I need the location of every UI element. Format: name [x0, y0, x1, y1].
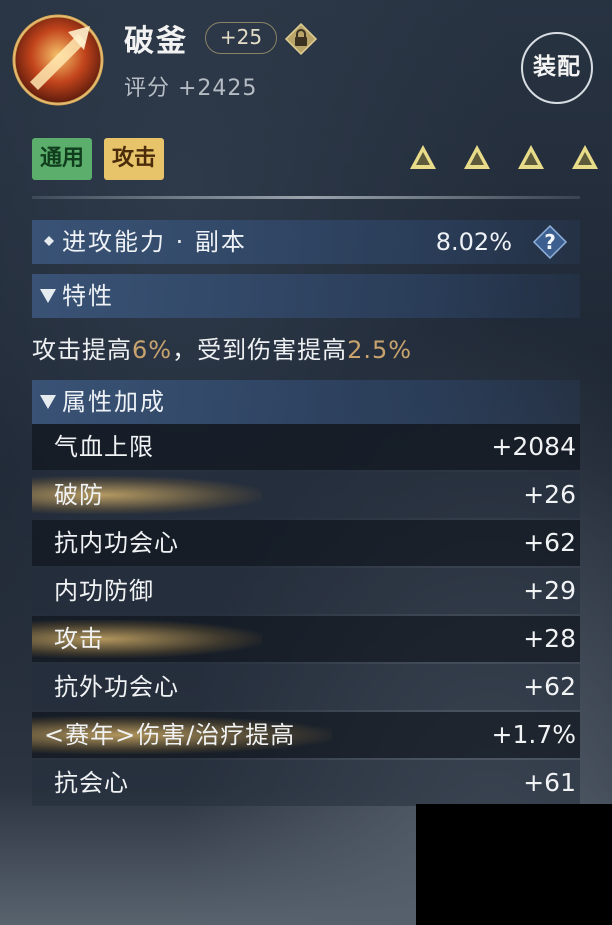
item-name: 破釜 [124, 24, 188, 59]
attribute-value: +62 [523, 528, 576, 557]
attribute-row: 抗内功会心 +62 [32, 520, 580, 566]
lock-icon[interactable] [284, 22, 318, 56]
triangle-rank-icon [464, 145, 490, 169]
attribute-name: 抗会心 [54, 769, 129, 797]
attribute-row: 抗会心 +61 [32, 760, 580, 806]
traits-header[interactable]: 特性 [32, 274, 580, 318]
attribute-value: +26 [523, 480, 576, 509]
divider [32, 196, 580, 199]
caret-down-icon [40, 289, 56, 303]
attribute-name: <赛年>伤害/治疗提高 [44, 721, 296, 749]
caret-down-icon [40, 395, 56, 409]
attribute-value: +28 [523, 624, 576, 653]
score-text: 评分 +2425 [124, 76, 258, 101]
attribute-name: 气血上限 [54, 433, 154, 461]
attribute-name: 抗外功会心 [54, 673, 179, 701]
tag-general: 通用 [32, 138, 93, 180]
svg-text:?: ? [544, 230, 556, 254]
attribute-value: +1.7% [491, 720, 576, 749]
attribute-value: +61 [523, 768, 576, 797]
triangle-rank-icon [410, 145, 436, 169]
trait-value-a: 6% [132, 336, 173, 364]
refine-level-badge: +25 [205, 22, 277, 54]
traits-header-label: 特性 [62, 282, 114, 310]
attribute-row: 气血上限 +2084 [32, 424, 580, 470]
attribute-row: <赛年>伤害/治疗提高 +1.7% [32, 712, 580, 758]
attribute-row: 内功防御 +29 [32, 568, 580, 614]
attack-stat-label: 进攻能力 · 副本 [62, 228, 247, 256]
attribute-value: +2084 [491, 432, 576, 461]
trait-value-b: 2.5% [347, 336, 413, 364]
help-icon[interactable]: ? [532, 224, 568, 260]
attribute-value: +62 [523, 672, 576, 701]
diamond-bullet-icon [44, 236, 54, 246]
attributes-header[interactable]: 属性加成 [32, 380, 580, 424]
black-corner [416, 804, 612, 925]
equip-button[interactable]: 装配 [521, 32, 593, 104]
attributes-header-label: 属性加成 [62, 388, 166, 416]
trait-text-b: ，受到伤害提高 [172, 336, 348, 364]
attribute-row: 破防 +26 [32, 472, 580, 518]
weapon-emblem-icon [12, 14, 104, 106]
triangle-rank-icon [572, 145, 598, 169]
attribute-name: 抗内功会心 [54, 529, 179, 557]
tag-attack: 攻击 [104, 138, 165, 180]
attribute-name: 破防 [54, 481, 104, 509]
rank-markers [408, 142, 600, 172]
attribute-name: 攻击 [54, 625, 104, 653]
attack-stat-bar: 进攻能力 · 副本 8.02% ? [32, 220, 580, 264]
trait-description: 攻击提高6%，受到伤害提高2.5% [32, 330, 412, 365]
attack-stat-value: 8.02% [435, 228, 512, 256]
trait-text-a: 攻击提高 [32, 336, 132, 364]
attribute-name: 内功防御 [54, 577, 154, 605]
attribute-value: +29 [523, 576, 576, 605]
attribute-row: 抗外功会心 +62 [32, 664, 580, 710]
attribute-row: 攻击 +28 [32, 616, 580, 662]
triangle-rank-icon [518, 145, 544, 169]
